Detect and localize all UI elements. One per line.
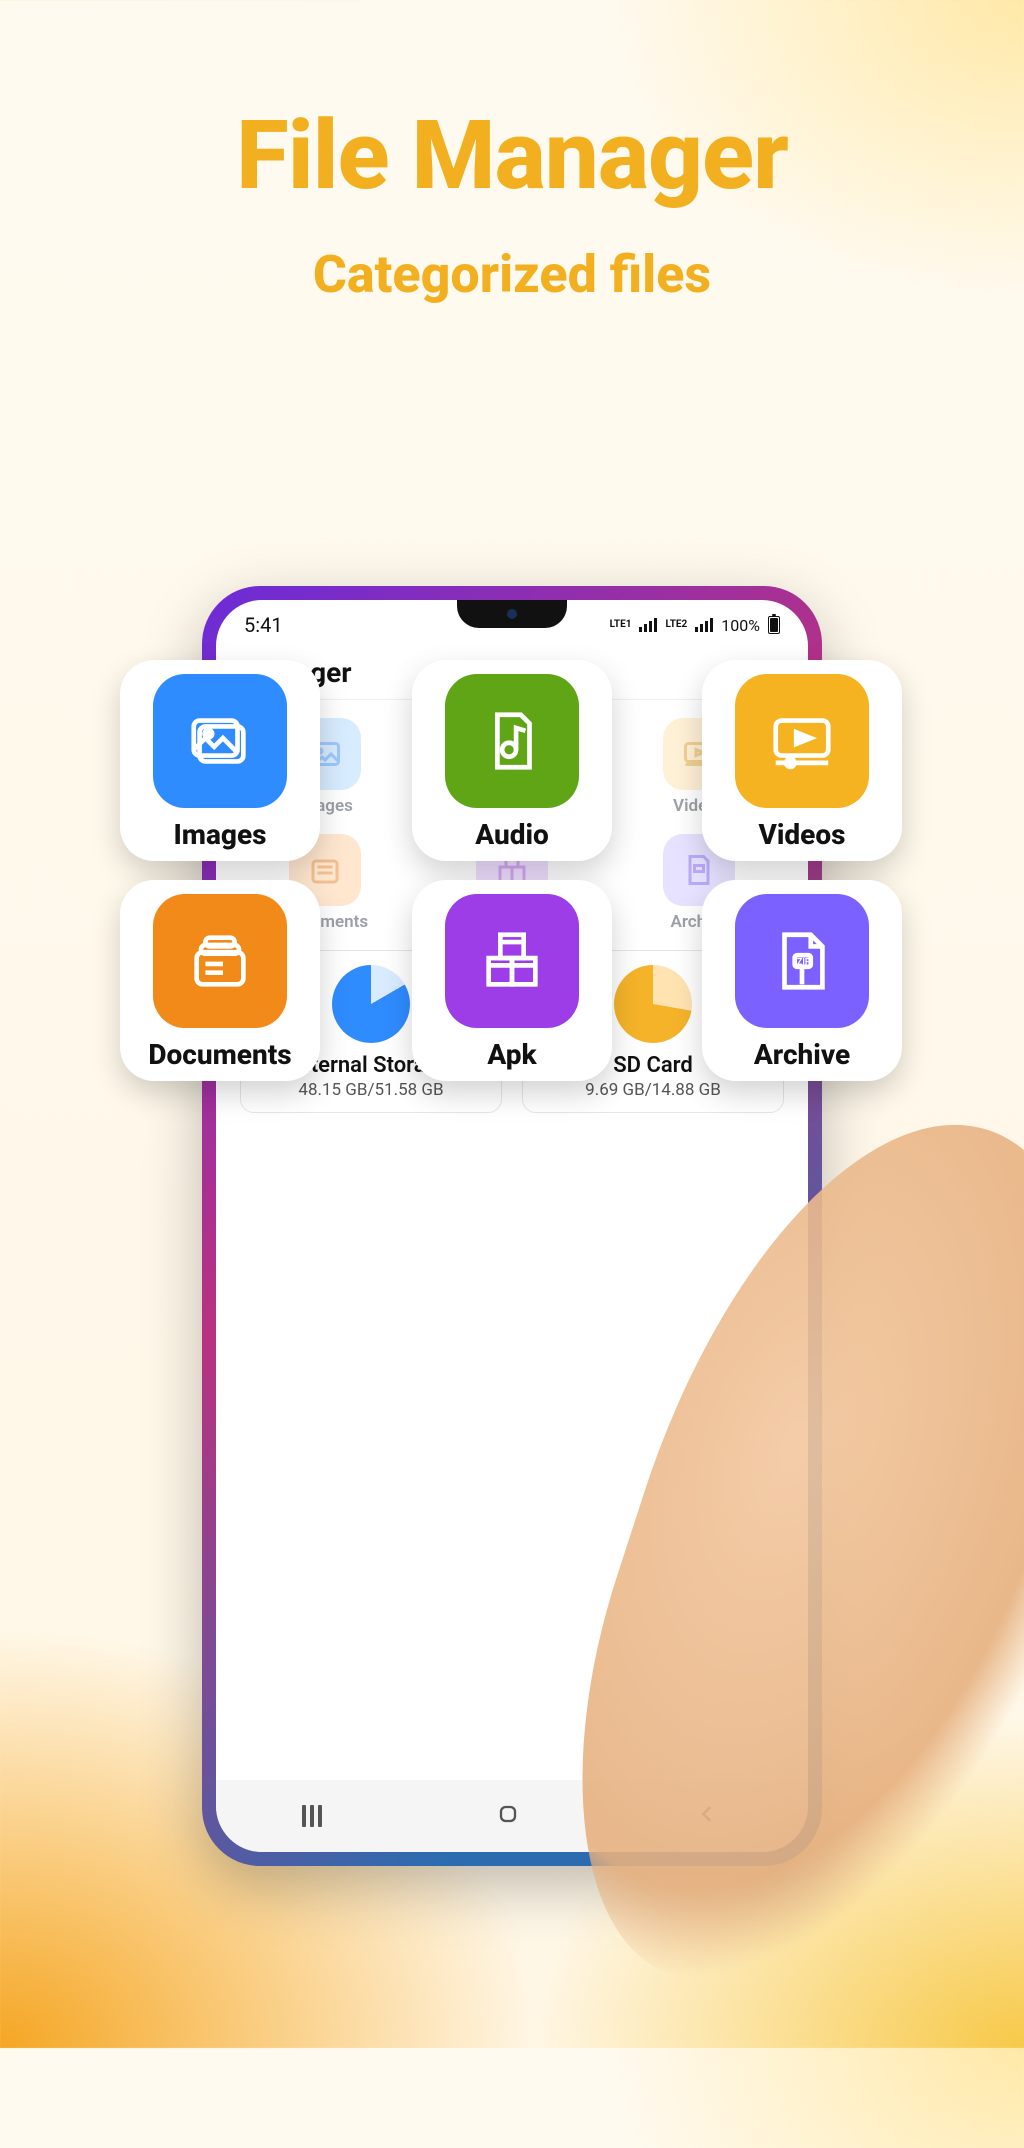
category-label: Apk: [422, 1038, 602, 1071]
battery-icon: [768, 616, 780, 634]
pie-chart-icon: [332, 965, 410, 1043]
storage-detail: 48.15 GB/51.58 GB: [249, 1080, 493, 1100]
nav-recents-button[interactable]: [302, 1805, 322, 1827]
category-documents[interactable]: Documents: [120, 880, 320, 1081]
video-icon: [735, 674, 869, 808]
signal-icon: [639, 618, 657, 632]
pie-chart-icon: [614, 965, 692, 1043]
promo-title: File Manager: [0, 100, 1024, 212]
category-audio[interactable]: Audio: [412, 660, 612, 861]
audio-icon: [445, 674, 579, 808]
image-icon: [153, 674, 287, 808]
category-label: Videos: [712, 818, 892, 851]
category-apk[interactable]: Apk: [412, 880, 612, 1081]
category-label: Archive: [712, 1038, 892, 1071]
apk-icon: [445, 894, 579, 1028]
status-battery-pct: 100%: [721, 616, 760, 635]
category-archive[interactable]: ZIP Archive: [702, 880, 902, 1081]
nav-home-button[interactable]: [494, 1800, 522, 1832]
category-label: Audio: [422, 818, 602, 851]
category-label: Images: [130, 818, 310, 851]
category-images[interactable]: Images: [120, 660, 320, 861]
category-label: Documents: [130, 1038, 310, 1071]
status-time: 5:41: [244, 613, 283, 637]
signal-icon: [695, 618, 713, 632]
phone-notch: [457, 600, 567, 628]
archive-icon: ZIP: [735, 894, 869, 1028]
category-videos[interactable]: Videos: [702, 660, 902, 861]
document-icon: [153, 894, 287, 1028]
status-lte1: LTE1: [610, 620, 632, 630]
svg-text:ZIP: ZIP: [797, 958, 811, 968]
status-lte2: LTE2: [665, 620, 687, 630]
storage-detail: 9.69 GB/14.88 GB: [531, 1080, 775, 1100]
status-right: LTE1 LTE2 100%: [610, 616, 780, 635]
promo-subtitle: Categorized files: [0, 244, 1024, 305]
